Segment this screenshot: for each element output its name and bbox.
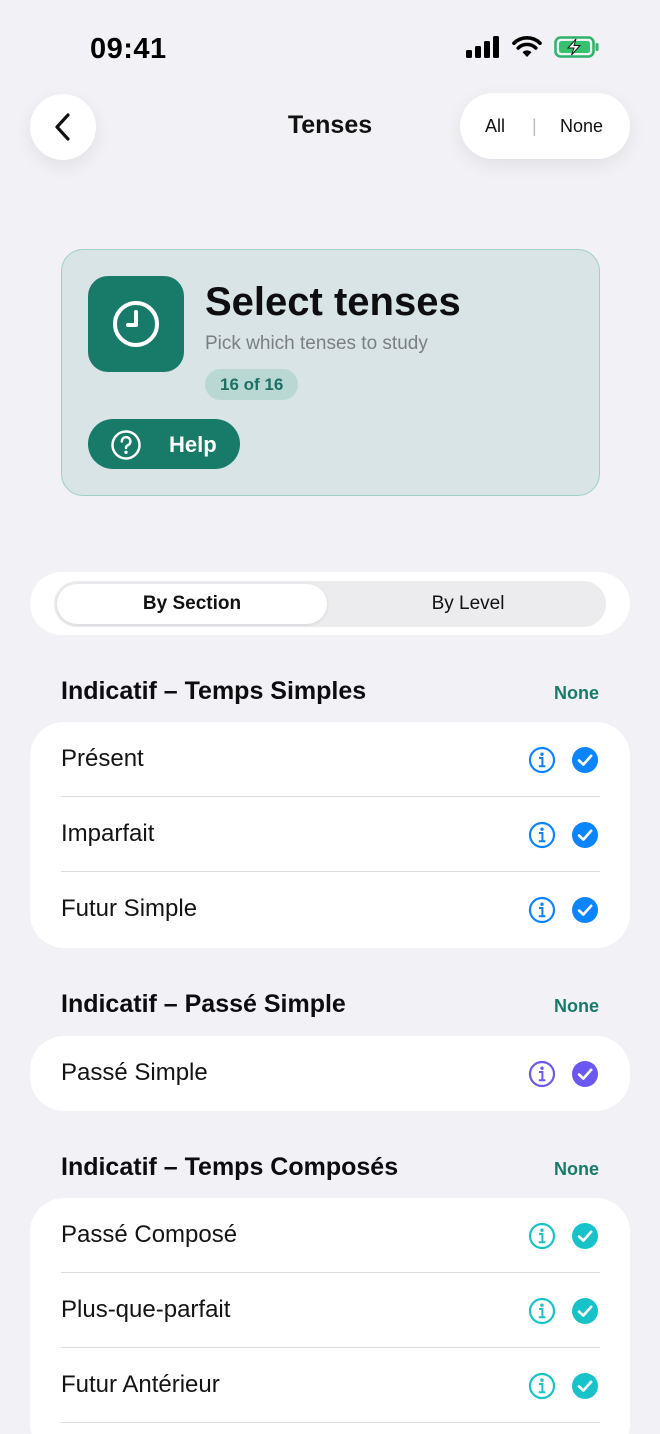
checked-checkbox-icon[interactable] bbox=[571, 746, 599, 774]
checked-checkbox-icon[interactable] bbox=[571, 821, 599, 849]
tense-label: Imparfait bbox=[61, 820, 155, 847]
battery-charging-icon bbox=[554, 36, 599, 58]
tense-row[interactable]: Passé Composé bbox=[30, 1198, 630, 1273]
checked-checkbox-icon[interactable] bbox=[571, 1297, 599, 1325]
header-title: Select tenses bbox=[205, 280, 461, 324]
tense-label: Présent bbox=[61, 745, 144, 772]
screen: 09:41 Tenses All | None Select tenses Pi… bbox=[0, 0, 660, 1434]
select-all-none-control: All | None bbox=[460, 93, 630, 159]
info-icon[interactable] bbox=[528, 746, 556, 774]
info-icon[interactable] bbox=[528, 896, 556, 924]
help-button[interactable]: Help bbox=[88, 419, 240, 469]
wifi-icon bbox=[512, 36, 542, 57]
view-mode-segmented-control: By Section By Level bbox=[30, 572, 630, 635]
section-none-button[interactable]: None bbox=[554, 1159, 599, 1180]
status-icons bbox=[466, 36, 600, 58]
clock-icon-tile bbox=[88, 276, 184, 372]
clock-icon bbox=[113, 301, 159, 347]
section-group: Présent Imparfait Futur Simple bbox=[30, 722, 630, 948]
section-group: Passé Composé Plus-que-parfait Futur Ant… bbox=[30, 1198, 630, 1434]
info-icon[interactable] bbox=[528, 1060, 556, 1088]
checked-checkbox-icon[interactable] bbox=[571, 896, 599, 924]
info-icon[interactable] bbox=[528, 1297, 556, 1325]
tense-label: Plus-que-parfait bbox=[61, 1296, 231, 1323]
section-none-button[interactable]: None bbox=[554, 683, 599, 704]
checked-checkbox-icon[interactable] bbox=[571, 1060, 599, 1088]
section-title: Indicatif – Passé Simple bbox=[61, 990, 346, 1018]
section-title: Indicatif – Temps Composés bbox=[61, 1153, 399, 1181]
tense-row[interactable]: Futur Antérieur bbox=[30, 1348, 630, 1423]
tense-label: Passé Simple bbox=[61, 1059, 208, 1086]
tense-row[interactable]: Futur Simple bbox=[30, 872, 630, 947]
pill-divider: | bbox=[532, 116, 537, 136]
select-all-button[interactable]: All bbox=[485, 116, 505, 137]
info-icon[interactable] bbox=[528, 1372, 556, 1400]
tense-row[interactable]: Passé Simple bbox=[30, 1036, 630, 1111]
tense-label: Futur Simple bbox=[61, 895, 198, 922]
selected-count-badge: 16 of 16 bbox=[205, 369, 299, 400]
checked-checkbox-icon[interactable] bbox=[571, 1222, 599, 1250]
checked-checkbox-icon[interactable] bbox=[571, 1372, 599, 1400]
segment-by-level[interactable]: By Level bbox=[330, 584, 606, 624]
status-time: 09:41 bbox=[90, 33, 167, 65]
segmented-track: By Section By Level bbox=[54, 581, 606, 627]
tense-row[interactable]: Imparfait bbox=[30, 797, 630, 872]
info-icon[interactable] bbox=[528, 1222, 556, 1250]
row-divider bbox=[61, 1422, 600, 1423]
status-bar: 09:41 bbox=[0, 0, 660, 96]
cellular-signal-icon bbox=[466, 36, 499, 58]
tense-label: Passé Composé bbox=[61, 1221, 238, 1248]
segment-by-section[interactable]: By Section bbox=[57, 584, 327, 624]
header-subtitle: Pick which tenses to study bbox=[205, 333, 428, 354]
section-group: Passé Simple bbox=[30, 1036, 630, 1111]
tense-row[interactable]: Plus-que-parfait bbox=[30, 1273, 630, 1348]
header-card: Select tenses Pick which tenses to study… bbox=[61, 249, 600, 496]
tense-label: Futur Antérieur bbox=[61, 1371, 220, 1398]
section-title: Indicatif – Temps Simples bbox=[61, 677, 367, 705]
select-none-button[interactable]: None bbox=[560, 116, 603, 137]
help-button-label: Help bbox=[169, 432, 217, 457]
question-circle-icon bbox=[111, 430, 141, 460]
section-none-button[interactable]: None bbox=[554, 996, 599, 1017]
info-icon[interactable] bbox=[528, 821, 556, 849]
tense-row[interactable]: Présent bbox=[30, 722, 630, 797]
